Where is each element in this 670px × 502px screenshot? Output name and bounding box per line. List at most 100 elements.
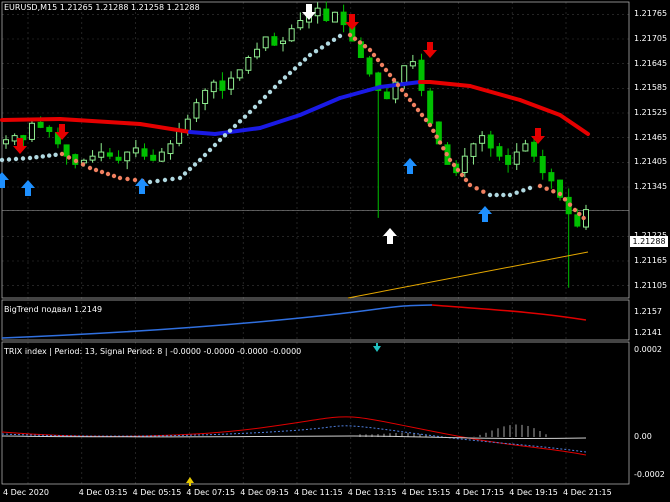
candle-body	[141, 148, 148, 157]
y-tick-label: 1.21405	[634, 157, 668, 167]
signal-dot	[237, 119, 243, 124]
x-tick-label: 4 Dec 2020	[3, 488, 50, 497]
chart-canvas	[0, 0, 670, 502]
trend-line	[188, 130, 217, 136]
signal-dot	[557, 191, 563, 197]
candle-body	[548, 172, 555, 182]
signal-dot	[551, 189, 556, 194]
candle-body	[37, 121, 44, 128]
signal-dot	[331, 37, 337, 42]
signal-dot	[272, 84, 278, 90]
x-tick-label: 4 Dec 13:15	[347, 488, 397, 497]
signal-dot	[207, 147, 213, 153]
y-tick-label: 1.21705	[634, 34, 668, 43]
signal-dot	[162, 177, 168, 183]
y-tick-label: 1.21165	[634, 256, 668, 265]
x-tick-label: 4 Dec 21:15	[563, 488, 612, 497]
candle-body	[331, 11, 338, 23]
signal-dot	[379, 62, 385, 68]
signal-dot	[467, 182, 473, 188]
signal-dot	[292, 66, 298, 71]
signal-dot	[544, 186, 549, 191]
signal-dot	[192, 162, 198, 167]
candle-body	[531, 141, 538, 157]
signal-dot	[562, 197, 568, 202]
candle-body	[106, 152, 113, 157]
candle-body	[158, 151, 165, 162]
candle-body	[262, 36, 269, 49]
x-tick-label: 4 Dec 17:15	[455, 488, 505, 497]
candle-body	[254, 48, 261, 58]
trix-y-tick: 0.0002	[634, 345, 662, 354]
y-tick-label: 1.21345	[634, 182, 668, 191]
signal-dot	[217, 137, 223, 143]
signal-dot	[182, 171, 188, 176]
signal-dot	[177, 175, 183, 181]
signal-dot	[6, 157, 12, 162]
candle-body	[409, 61, 416, 67]
candle-body	[505, 154, 512, 165]
x-tick-label: 4 Dec 05:15	[132, 488, 182, 497]
signal-dot	[247, 109, 253, 115]
signal-dot	[337, 33, 343, 39]
candle-body	[280, 40, 287, 45]
signal-dot	[419, 112, 425, 118]
signal-dot	[431, 128, 436, 134]
signal-dot	[399, 87, 405, 93]
signal-dot	[47, 153, 52, 158]
signal-dot	[437, 140, 443, 145]
trix-label: TRIX index | Period: 13, Signal Period: …	[4, 347, 302, 356]
candle-body	[228, 77, 235, 90]
candle-body	[3, 139, 9, 145]
candle-body	[522, 143, 529, 152]
signal-dot	[170, 176, 175, 182]
signal-dot	[59, 151, 65, 157]
y-tick-label: 1.21525	[634, 108, 668, 117]
signal-dot	[53, 152, 58, 157]
signal-dot	[93, 167, 99, 173]
signal-dot	[521, 188, 526, 193]
y-tick-label: 1.21645	[634, 58, 668, 68]
candle-body	[401, 65, 408, 83]
candle-body	[340, 11, 347, 26]
candle-body	[236, 69, 243, 79]
signal-dot	[581, 215, 586, 221]
signal-dot	[494, 192, 499, 198]
x-tick-label: 4 Dec 03:15	[78, 488, 128, 497]
signal-dot	[111, 173, 117, 179]
signal-dot	[242, 114, 248, 119]
candle-body	[124, 151, 131, 162]
signal-dot	[537, 183, 543, 189]
candle-body	[202, 89, 209, 104]
signal-dot	[20, 156, 26, 161]
signal-dot	[434, 134, 439, 139]
x-tick-label: 4 Dec 19:15	[509, 488, 558, 497]
candle-body	[513, 151, 520, 165]
signal-dot	[287, 70, 293, 76]
signal-dot	[99, 169, 105, 175]
signal-dot	[459, 172, 465, 178]
candle-body	[11, 135, 18, 142]
signal-dot	[395, 82, 401, 88]
signal-dot	[375, 57, 381, 63]
signal-dot	[451, 162, 457, 168]
bigtrend-label: BigTrend подвал 1.2149	[4, 305, 103, 314]
signal-dot	[383, 67, 389, 73]
signal-dot	[427, 122, 433, 128]
signal-dot	[212, 142, 218, 148]
signal-dot	[197, 157, 203, 163]
signal-dot	[403, 92, 409, 98]
signal-dot	[155, 178, 160, 184]
bigtrend-y-tick: 1.2157	[634, 307, 662, 316]
signal-dot	[307, 52, 313, 58]
signal-dot	[441, 146, 446, 151]
signal-dot	[313, 49, 319, 54]
signal-dot	[507, 192, 513, 198]
candle-body	[323, 8, 330, 21]
x-tick-label: 4 Dec 15:15	[401, 488, 451, 497]
signal-dot	[577, 211, 582, 217]
candle-body	[219, 80, 226, 91]
signal-dot	[474, 186, 479, 191]
trend-line	[0, 117, 62, 122]
signal-dot	[0, 157, 5, 163]
